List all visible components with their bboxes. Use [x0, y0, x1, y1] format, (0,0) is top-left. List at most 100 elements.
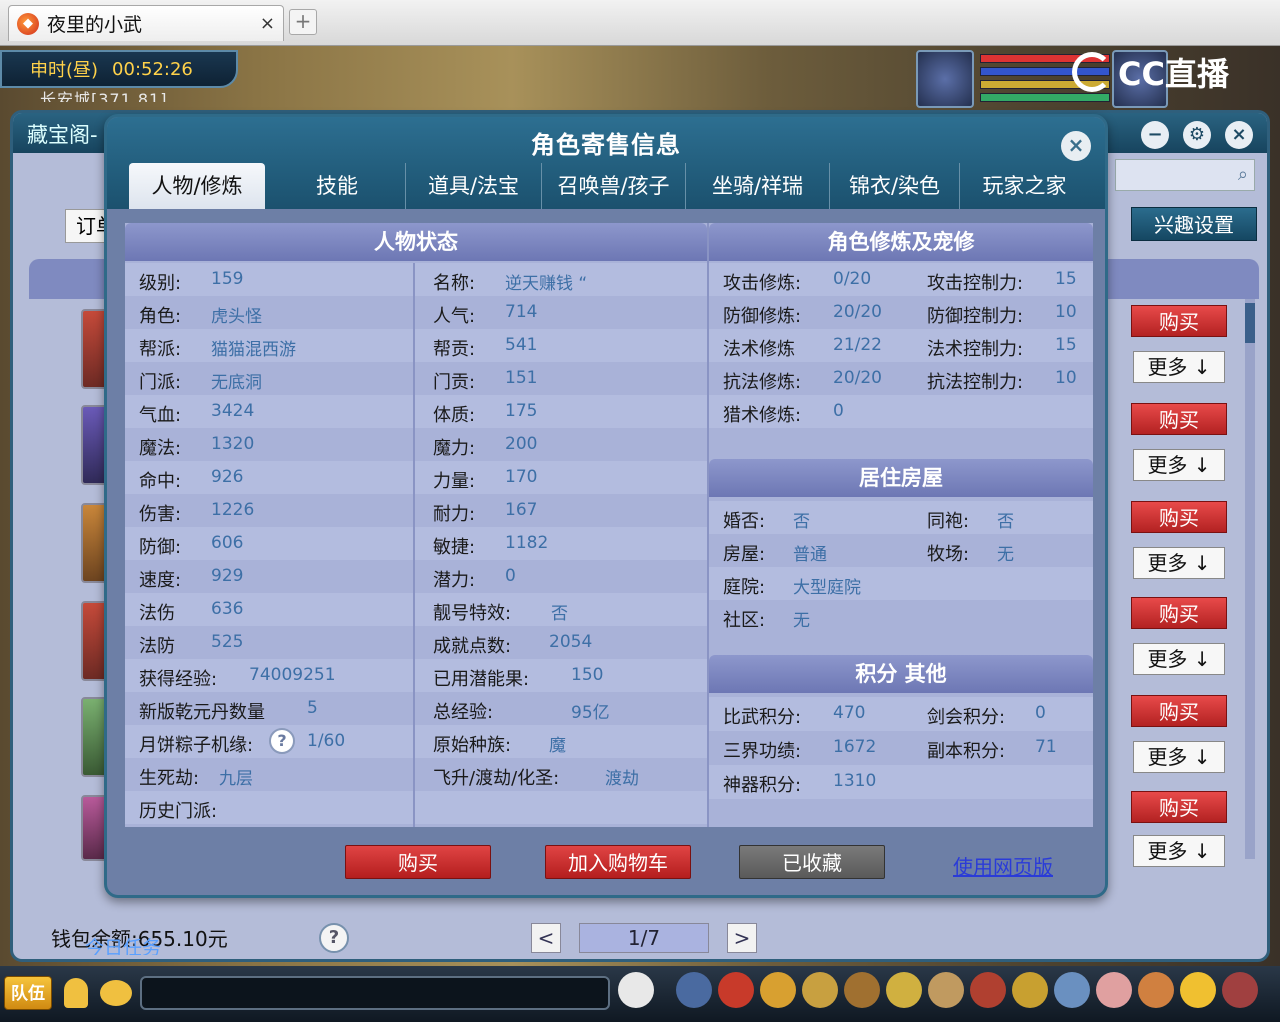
next-page-button[interactable]: > [727, 923, 757, 953]
info-row: 猎术修炼: 0 [709, 395, 1093, 428]
field-value: 10 [1055, 368, 1077, 388]
map-icon[interactable] [1054, 972, 1090, 1008]
tab-outfits[interactable]: 锦衣/染色 [829, 163, 959, 209]
pet-paw-icon[interactable] [1138, 972, 1174, 1008]
team-icon[interactable] [844, 972, 880, 1008]
prev-page-button[interactable]: < [531, 923, 561, 953]
list-buy-button[interactable]: 购买 [1131, 597, 1227, 629]
system-icon[interactable] [1222, 972, 1258, 1008]
field-value: 2054 [549, 632, 593, 652]
peach-icon[interactable] [1096, 972, 1132, 1008]
microphone-icon[interactable] [64, 978, 88, 1008]
field-value: 929 [211, 566, 244, 586]
tab-pets[interactable]: 召唤兽/孩子 [541, 163, 685, 209]
cultivation-panel: 角色修炼及宠修 攻击修炼: 0/20 攻击控制力: 15 防御修炼: 20/20 防御控制力… [709, 223, 1093, 453]
shield-icon[interactable] [802, 972, 838, 1008]
emoji-icon[interactable] [1180, 972, 1216, 1008]
field-value: 95亿 [571, 703, 610, 723]
arrow-down-icon: ↓ [1193, 745, 1211, 769]
field-label: 法术控制力: [927, 339, 1024, 360]
field-label: 猎术修炼: [723, 405, 802, 426]
time-period: 申时(昼) [30, 60, 99, 81]
field-label: 防御: [139, 537, 182, 558]
gear-icon[interactable]: ⚙ [1183, 121, 1211, 149]
attack-icon[interactable] [676, 972, 712, 1008]
tab-skills[interactable]: 技能 [269, 163, 405, 209]
list-buy-button[interactable]: 购买 [1131, 403, 1227, 435]
tab-mounts[interactable]: 坐骑/祥瑞 [685, 163, 829, 209]
list-more-button[interactable]: 更多 ↓ [1133, 547, 1225, 579]
buy-button[interactable]: 购买 [345, 845, 491, 879]
tab-home[interactable]: 玩家之家 [959, 163, 1089, 209]
tab-character[interactable]: 人物/修炼 [129, 163, 265, 209]
team-button[interactable]: 队伍 [4, 976, 52, 1010]
minimize-icon[interactable]: − [1141, 121, 1169, 149]
scroll-icon[interactable] [928, 972, 964, 1008]
dialog-body: 人物状态 级别: 159 名称: 逆天赚钱 “ 角色: 虎头怪 人气: 714 帮派: 猫猫混西游… [125, 223, 1093, 827]
browser-tab[interactable]: ◆ 夜里的小武 × [8, 5, 284, 41]
chat-input[interactable] [140, 976, 610, 1010]
list-buy-button[interactable]: 购买 [1131, 501, 1227, 533]
game-toolbar: 队伍 [0, 966, 1280, 1022]
info-row: 魔法: 1320 魔力: 200 [125, 428, 707, 461]
web-version-link[interactable]: 使用网页版 [953, 851, 1053, 880]
info-row: 房屋: 普通 牧场: 无 [709, 534, 1093, 567]
search-icon[interactable]: ⌕ [1238, 164, 1248, 185]
field-label: 帮派: [139, 339, 182, 360]
list-buy-button[interactable]: 购买 [1131, 695, 1227, 727]
field-value: 74009251 [249, 665, 336, 685]
chat-bubble-icon[interactable] [100, 980, 132, 1006]
field-label: 神器积分: [723, 775, 802, 796]
gift-icon[interactable] [760, 972, 796, 1008]
field-label: 敏捷: [433, 537, 476, 558]
search-input[interactable]: ⌕ [1115, 159, 1255, 191]
list-more-button[interactable]: 更多 ↓ [1133, 835, 1225, 867]
scrollbar-thumb[interactable] [1245, 303, 1255, 343]
skill-icon[interactable] [886, 972, 922, 1008]
field-label: 同袍: [927, 511, 970, 532]
dialog-header: 角色寄售信息 × 人物/修炼 技能 道具/法宝 召唤兽/孩子 坐骑/祥瑞 锦衣/… [107, 117, 1105, 209]
field-value: 否 [793, 512, 810, 532]
list-more-button[interactable]: 更多 ↓ [1133, 351, 1225, 383]
tab-items[interactable]: 道具/法宝 [405, 163, 541, 209]
field-label: 社区: [723, 610, 766, 631]
close-icon[interactable]: × [1225, 121, 1253, 149]
favorited-button[interactable]: 已收藏 [739, 845, 885, 879]
field-label: 门派: [139, 372, 182, 393]
field-value: 470 [833, 703, 866, 723]
field-label: 伤害: [139, 504, 182, 525]
new-tab-button[interactable]: + [289, 9, 317, 35]
field-label: 新版乾元丹数量 [139, 702, 265, 723]
tab-close-icon[interactable]: × [260, 13, 275, 34]
help-question-icon[interactable]: ? [269, 728, 295, 754]
pet-icon[interactable] [618, 972, 654, 1008]
more-label: 更多 [1147, 839, 1188, 863]
field-label: 人气: [433, 306, 476, 327]
market-title: 藏宝阁- [27, 123, 98, 145]
page-indicator[interactable]: 1/7 [579, 923, 709, 953]
list-buy-button[interactable]: 购买 [1131, 305, 1227, 337]
interest-settings-button[interactable]: 兴趣设置 [1131, 207, 1257, 241]
daily-quest-link[interactable]: 今日任务 [85, 933, 161, 955]
field-label: 获得经验: [139, 669, 218, 690]
field-label: 原始种族: [433, 735, 512, 756]
info-row: 速度: 929 潜力: 0 [125, 560, 707, 593]
bell-icon[interactable] [1012, 972, 1048, 1008]
book-icon[interactable] [970, 972, 1006, 1008]
list-buy-button[interactable]: 购买 [1131, 791, 1227, 823]
info-row: 社区: 无 [709, 600, 1093, 633]
bag-icon[interactable] [718, 972, 754, 1008]
field-value: 151 [505, 368, 538, 388]
player-portrait[interactable] [916, 50, 974, 108]
add-to-cart-button[interactable]: 加入购物车 [545, 845, 691, 879]
dialog-close-icon[interactable]: × [1061, 131, 1091, 161]
field-value: 525 [211, 632, 244, 652]
list-more-button[interactable]: 更多 ↓ [1133, 449, 1225, 481]
list-more-button[interactable]: 更多 ↓ [1133, 741, 1225, 773]
field-value: 170 [505, 467, 538, 487]
field-label: 防御控制力: [927, 306, 1024, 327]
help-icon[interactable]: ? [319, 923, 349, 953]
list-scrollbar[interactable] [1245, 299, 1255, 859]
field-label: 月饼粽子机缘: [139, 735, 254, 756]
list-more-button[interactable]: 更多 ↓ [1133, 643, 1225, 675]
